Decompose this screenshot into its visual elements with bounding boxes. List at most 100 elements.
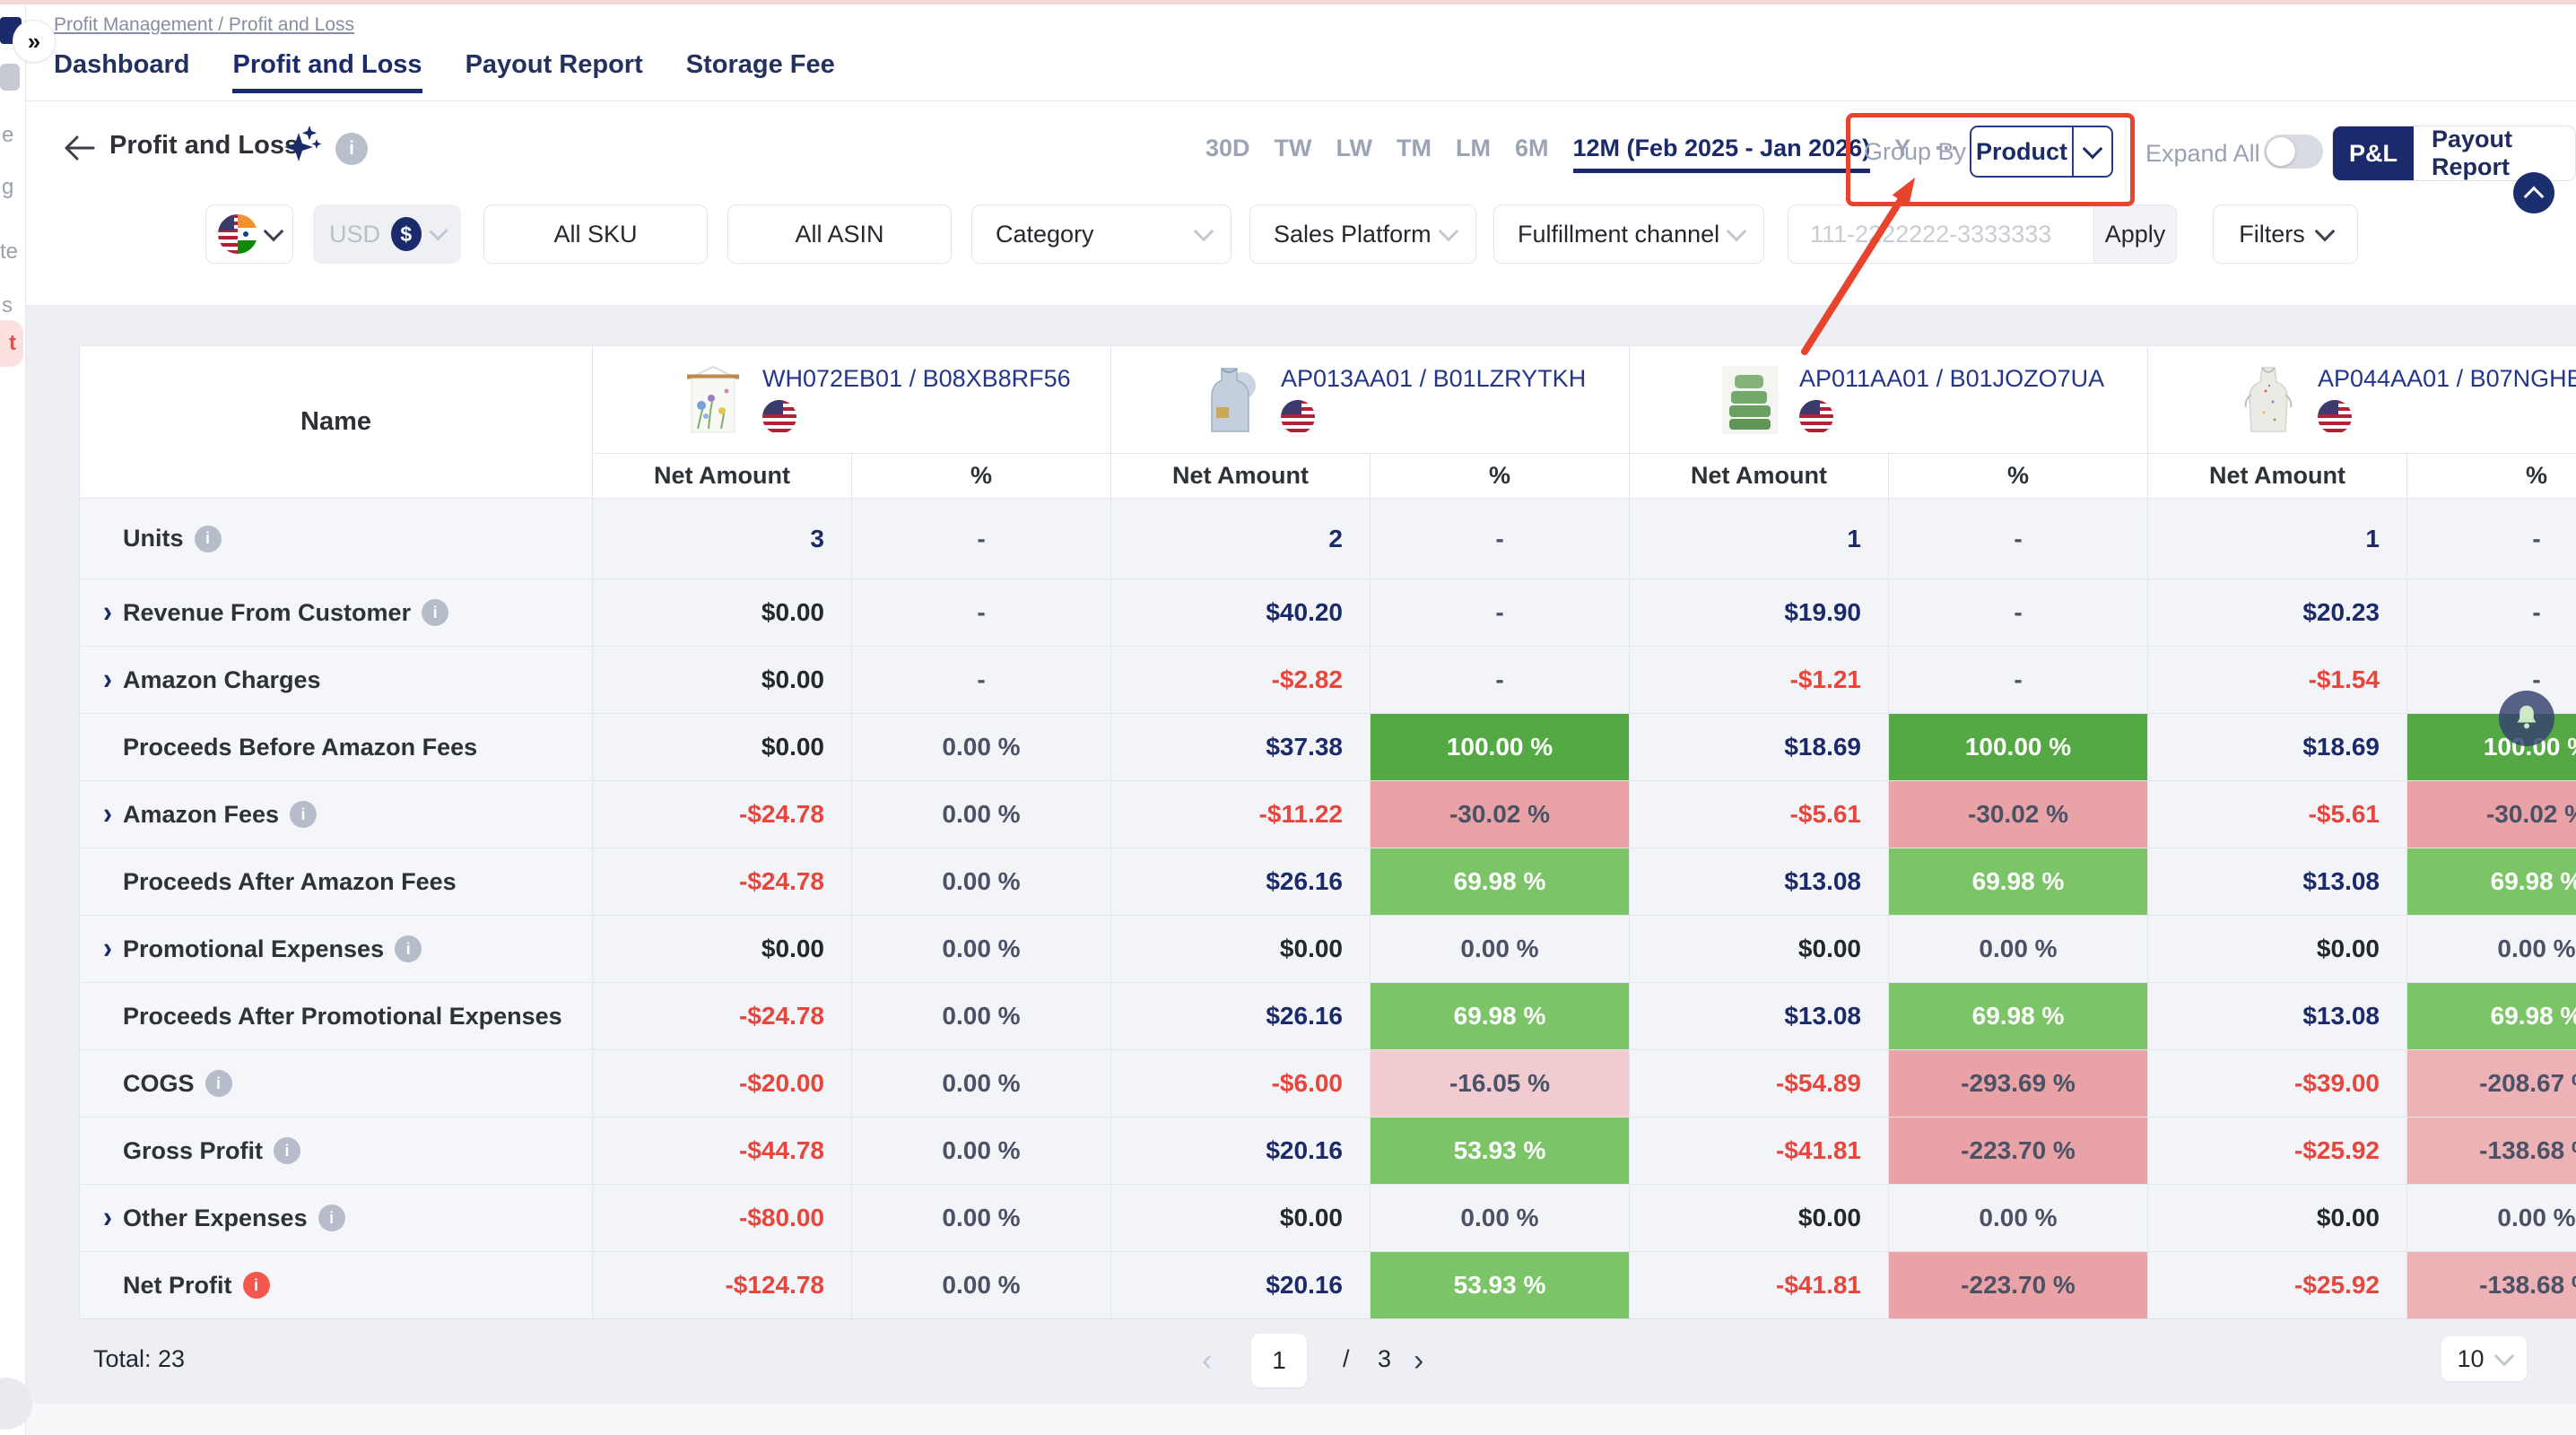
time-range-option[interactable]: 6M (1515, 135, 1549, 162)
pl-view-button[interactable]: P&L (2333, 126, 2414, 180)
amount-cell: 1 (1629, 498, 1888, 578)
sparkle-ai-icon[interactable] (283, 124, 323, 171)
time-range-option[interactable]: LM (1456, 135, 1491, 162)
tab-dashboard[interactable]: Dashboard (54, 50, 189, 93)
filters-button-label: Filters (2239, 221, 2305, 248)
sidebar-item-fragment[interactable]: s (2, 293, 13, 318)
row-label: Amazon Fees (123, 801, 279, 829)
amount-cell: $19.90 (1629, 578, 1888, 646)
amount-cell: $0.00 (1629, 915, 1888, 982)
percent-cell: -30.02 % (1370, 780, 1629, 848)
amount-cell: -$1.21 (1629, 646, 1888, 713)
apply-button[interactable]: Apply (2093, 205, 2176, 263)
total-pages: 3 (1378, 1345, 1391, 1373)
sales-platform-label: Sales Platform (1274, 221, 1432, 248)
expand-all-toggle[interactable] (2264, 135, 2323, 169)
prev-page-button[interactable]: ‹ (1202, 1344, 1212, 1378)
percent-cell: - (2406, 646, 2576, 713)
percent-cell: 0.00 % (851, 713, 1110, 780)
page-size-select[interactable]: 10 (2441, 1336, 2527, 1381)
row-info-icon[interactable]: i (395, 935, 422, 962)
product-image (1197, 363, 1266, 437)
row-label-cell: Unitsi (79, 498, 592, 578)
amount-cell: -$24.78 (592, 780, 851, 848)
tab-profit-and-loss[interactable]: Profit and Loss (232, 50, 422, 93)
breadcrumb[interactable]: Profit Management / Profit and Loss (54, 14, 354, 36)
filters-button[interactable]: Filters (2213, 204, 2358, 264)
order-id-placeholder: 111-2222222-3333333 (1810, 221, 2051, 248)
back-button[interactable] (63, 135, 95, 166)
percent-cell: - (1370, 578, 1629, 646)
sidebar-expand-button[interactable]: » (13, 20, 56, 63)
product-link[interactable]: AP044AA01 / B07NGHBQ8T (2318, 365, 2576, 393)
tab-payout-report[interactable]: Payout Report (466, 50, 643, 93)
percent-cell: - (2406, 578, 2576, 646)
row-label: Amazon Charges (123, 666, 321, 694)
collapse-panel-button[interactable] (2513, 172, 2554, 213)
sidebar-item-active[interactable]: t (0, 320, 23, 367)
row-info-icon[interactable]: i (274, 1137, 300, 1164)
sidebar-item-fragment[interactable]: g (2, 175, 13, 200)
time-range-option[interactable]: 30D (1205, 135, 1250, 162)
amount-cell: $0.00 (1110, 1184, 1370, 1251)
amount-cell: $20.16 (1110, 1251, 1370, 1318)
row-info-icon[interactable]: i (318, 1205, 345, 1231)
fulfillment-channel-filter[interactable]: Fulfillment channel (1493, 204, 1764, 264)
row-expand-chevron[interactable]: › (92, 1200, 123, 1235)
payout-report-view-button[interactable]: Payout Report (2414, 126, 2575, 180)
asin-filter[interactable]: All ASIN (727, 204, 952, 264)
amount-cell: -$44.78 (592, 1117, 851, 1184)
time-range-active[interactable]: 12M (Feb 2025 - Jan 2026) (1573, 135, 1871, 173)
collapsed-sidebar: e g te s t (0, 4, 26, 1435)
product-header: AP011AA01 / B01JOZO7UA (1629, 345, 2147, 453)
tab-storage-fee[interactable]: Storage Fee (686, 50, 835, 93)
notification-bell-button[interactable] (2499, 691, 2554, 746)
title-info-icon[interactable]: i (335, 133, 368, 165)
time-range-option[interactable]: LW (1336, 135, 1373, 162)
row-info-icon[interactable]: i (195, 526, 222, 552)
time-range-option[interactable]: TM (1397, 135, 1432, 162)
sidebar-item-fragment[interactable]: e (2, 123, 13, 148)
next-page-button[interactable]: › (1414, 1344, 1423, 1378)
order-id-input[interactable]: 111-2222222-3333333 Apply (1788, 204, 2177, 264)
row-info-icon[interactable]: i (290, 801, 317, 828)
groupby-select[interactable]: Product (1970, 126, 2113, 178)
amount-cell: $0.00 (2147, 1184, 2406, 1251)
product-link[interactable]: AP011AA01 / B01JOZO7UA (1799, 365, 2104, 393)
row-info-icon[interactable]: i (205, 1070, 232, 1097)
time-range-option[interactable]: TW (1275, 135, 1312, 162)
row-expand-chevron[interactable]: › (92, 796, 123, 831)
groupby-value: Product (1971, 138, 2072, 166)
chevron-down-icon (1194, 222, 1214, 242)
marketplace-flag-icon (218, 214, 257, 254)
chevron-down-icon (2074, 147, 2111, 156)
sidebar-item-fragment[interactable]: te (0, 239, 18, 265)
sales-platform-filter[interactable]: Sales Platform (1249, 204, 1476, 264)
currency-select[interactable]: USD $ (313, 204, 461, 264)
row-label: Proceeds Before Amazon Fees (123, 734, 477, 761)
amount-cell: -$41.81 (1629, 1117, 1888, 1184)
amount-cell: -$25.92 (2147, 1117, 2406, 1184)
us-flag-icon (1281, 400, 1315, 434)
row-expand-chevron[interactable]: › (92, 931, 123, 966)
dollar-icon: $ (391, 217, 422, 251)
product-image (678, 363, 748, 437)
amount-cell: $20.16 (1110, 1117, 1370, 1184)
product-link[interactable]: WH072EB01 / B08XB8RF56 (762, 365, 1071, 393)
product-header: AP044AA01 / B07NGHBQ8T (2147, 345, 2576, 453)
current-page-box[interactable]: 1 (1251, 1334, 1307, 1387)
sku-filter[interactable]: All SKU (483, 204, 708, 264)
percent-cell: 100.00 % (1888, 713, 2147, 780)
row-info-icon[interactable]: i (243, 1272, 270, 1299)
pl-table: Name WH072EB01 / B08XB8RF56 AP013AA01 / … (79, 345, 2576, 1319)
row-info-icon[interactable]: i (422, 599, 448, 626)
row-expand-chevron[interactable]: › (92, 595, 123, 630)
amount-cell: $0.00 (592, 578, 851, 646)
marketplace-select[interactable] (205, 204, 293, 264)
category-filter[interactable]: Category (971, 204, 1231, 264)
row-label-cell: ›Revenue From Customeri (79, 578, 592, 646)
product-link[interactable]: AP013AA01 / B01LZRYTKH (1281, 365, 1586, 393)
row-expand-chevron[interactable]: › (92, 662, 123, 697)
percent-cell: 0.00 % (851, 780, 1110, 848)
amount-cell: -$1.54 (2147, 646, 2406, 713)
